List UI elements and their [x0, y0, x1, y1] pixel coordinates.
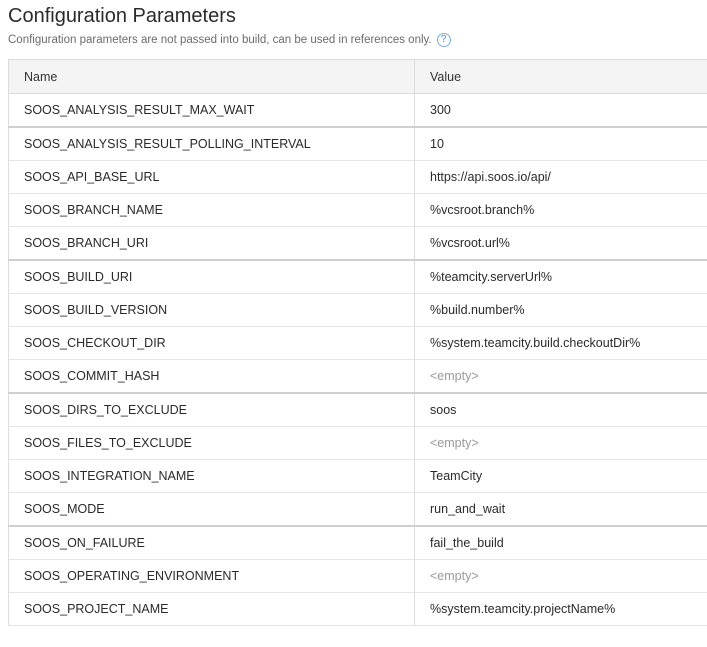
parameter-name[interactable]: SOOS_CHECKOUT_DIR — [8, 326, 415, 360]
table-row[interactable]: SOOS_ON_FAILURE fail_the_build — [8, 526, 707, 560]
parameter-name[interactable]: SOOS_BUILD_VERSION — [8, 293, 415, 327]
parameter-name[interactable]: SOOS_BUILD_URI — [8, 260, 415, 294]
table-row[interactable]: SOOS_BUILD_URI %teamcity.serverUrl% — [8, 260, 707, 294]
parameter-value: %vcsroot.url% — [414, 226, 707, 261]
parameter-value: TeamCity — [414, 459, 707, 493]
parameter-value: https://api.soos.io/api/ — [414, 160, 707, 194]
page-title: Configuration Parameters — [8, 5, 236, 27]
subtitle-text: Configuration parameters are not passed … — [8, 34, 432, 46]
parameter-name[interactable]: SOOS_BRANCH_NAME — [8, 193, 415, 227]
column-header-name[interactable]: Name — [8, 59, 415, 94]
table-row[interactable]: SOOS_FILES_TO_EXCLUDE <empty> — [8, 426, 707, 460]
table-row[interactable]: SOOS_ANALYSIS_RESULT_POLLING_INTERVAL 10 — [8, 127, 707, 161]
table-row[interactable]: SOOS_INTEGRATION_NAME TeamCity — [8, 459, 707, 493]
parameter-value: %vcsroot.branch% — [414, 193, 707, 227]
parameter-value: fail_the_build — [414, 526, 707, 560]
parameter-name[interactable]: SOOS_FILES_TO_EXCLUDE — [8, 426, 415, 460]
parameter-name[interactable]: SOOS_ANALYSIS_RESULT_POLLING_INTERVAL — [8, 127, 415, 161]
table-row[interactable]: SOOS_BRANCH_NAME %vcsroot.branch% — [8, 193, 707, 227]
parameter-value: <empty> — [414, 559, 707, 593]
parameter-value: run_and_wait — [414, 492, 707, 527]
parameter-name[interactable]: SOOS_PROJECT_NAME — [8, 592, 415, 626]
help-icon[interactable]: ? — [436, 33, 451, 47]
table-row[interactable]: SOOS_BUILD_VERSION %build.number% — [8, 293, 707, 327]
table-row[interactable]: SOOS_PROJECT_NAME %system.teamcity.projec… — [8, 592, 707, 626]
table-row[interactable]: SOOS_COMMIT_HASH <empty> — [8, 359, 707, 394]
table-body: SOOS_ANALYSIS_RESULT_MAX_WAIT 300 SOOS_ANA… — [8, 93, 707, 626]
table-row[interactable]: SOOS_BRANCH_URI %vcsroot.url% — [8, 226, 707, 261]
parameter-value: soos — [414, 393, 707, 427]
column-header-value[interactable]: Value — [414, 59, 707, 94]
table-row[interactable]: SOOS_MODE run_and_wait — [8, 492, 707, 527]
table-row[interactable]: SOOS_OPERATING_ENVIRONMENT <empty> — [8, 559, 707, 593]
parameter-name[interactable]: SOOS_ANALYSIS_RESULT_MAX_WAIT — [8, 93, 415, 128]
parameter-name[interactable]: SOOS_MODE — [8, 492, 415, 527]
parameter-value: %system.teamcity.build.checkoutDir% — [414, 326, 707, 360]
configuration-parameters-panel: Configuration Parameters Configuration p… — [0, 0, 707, 647]
parameter-name[interactable]: SOOS_API_BASE_URL — [8, 160, 415, 194]
parameter-value: <empty> — [414, 426, 707, 460]
page-subtitle: Configuration parameters are not passed … — [8, 32, 451, 48]
parameters-table: Name Value SOOS_ANALYSIS_RESULT_MAX_WAIT… — [8, 59, 707, 626]
parameter-value: %teamcity.serverUrl% — [414, 260, 707, 294]
parameter-name[interactable]: SOOS_ON_FAILURE — [8, 526, 415, 560]
parameter-value: <empty> — [414, 359, 707, 394]
table-row[interactable]: SOOS_ANALYSIS_RESULT_MAX_WAIT 300 — [8, 93, 707, 128]
table-row[interactable]: SOOS_DIRS_TO_EXCLUDE soos — [8, 393, 707, 427]
table-row[interactable]: SOOS_API_BASE_URL https://api.soos.io/api… — [8, 160, 707, 194]
parameter-value: %build.number% — [414, 293, 707, 327]
parameter-name[interactable]: SOOS_COMMIT_HASH — [8, 359, 415, 394]
parameter-value: 300 — [414, 93, 707, 128]
parameter-name[interactable]: SOOS_BRANCH_URI — [8, 226, 415, 261]
parameter-value: 10 — [414, 127, 707, 161]
parameter-name[interactable]: SOOS_INTEGRATION_NAME — [8, 459, 415, 493]
table-header-row: Name Value — [8, 59, 707, 94]
table-row[interactable]: SOOS_CHECKOUT_DIR %system.teamcity.build.… — [8, 326, 707, 360]
parameter-name[interactable]: SOOS_DIRS_TO_EXCLUDE — [8, 393, 415, 427]
parameter-value: %system.teamcity.projectName% — [414, 592, 707, 626]
parameter-name[interactable]: SOOS_OPERATING_ENVIRONMENT — [8, 559, 415, 593]
